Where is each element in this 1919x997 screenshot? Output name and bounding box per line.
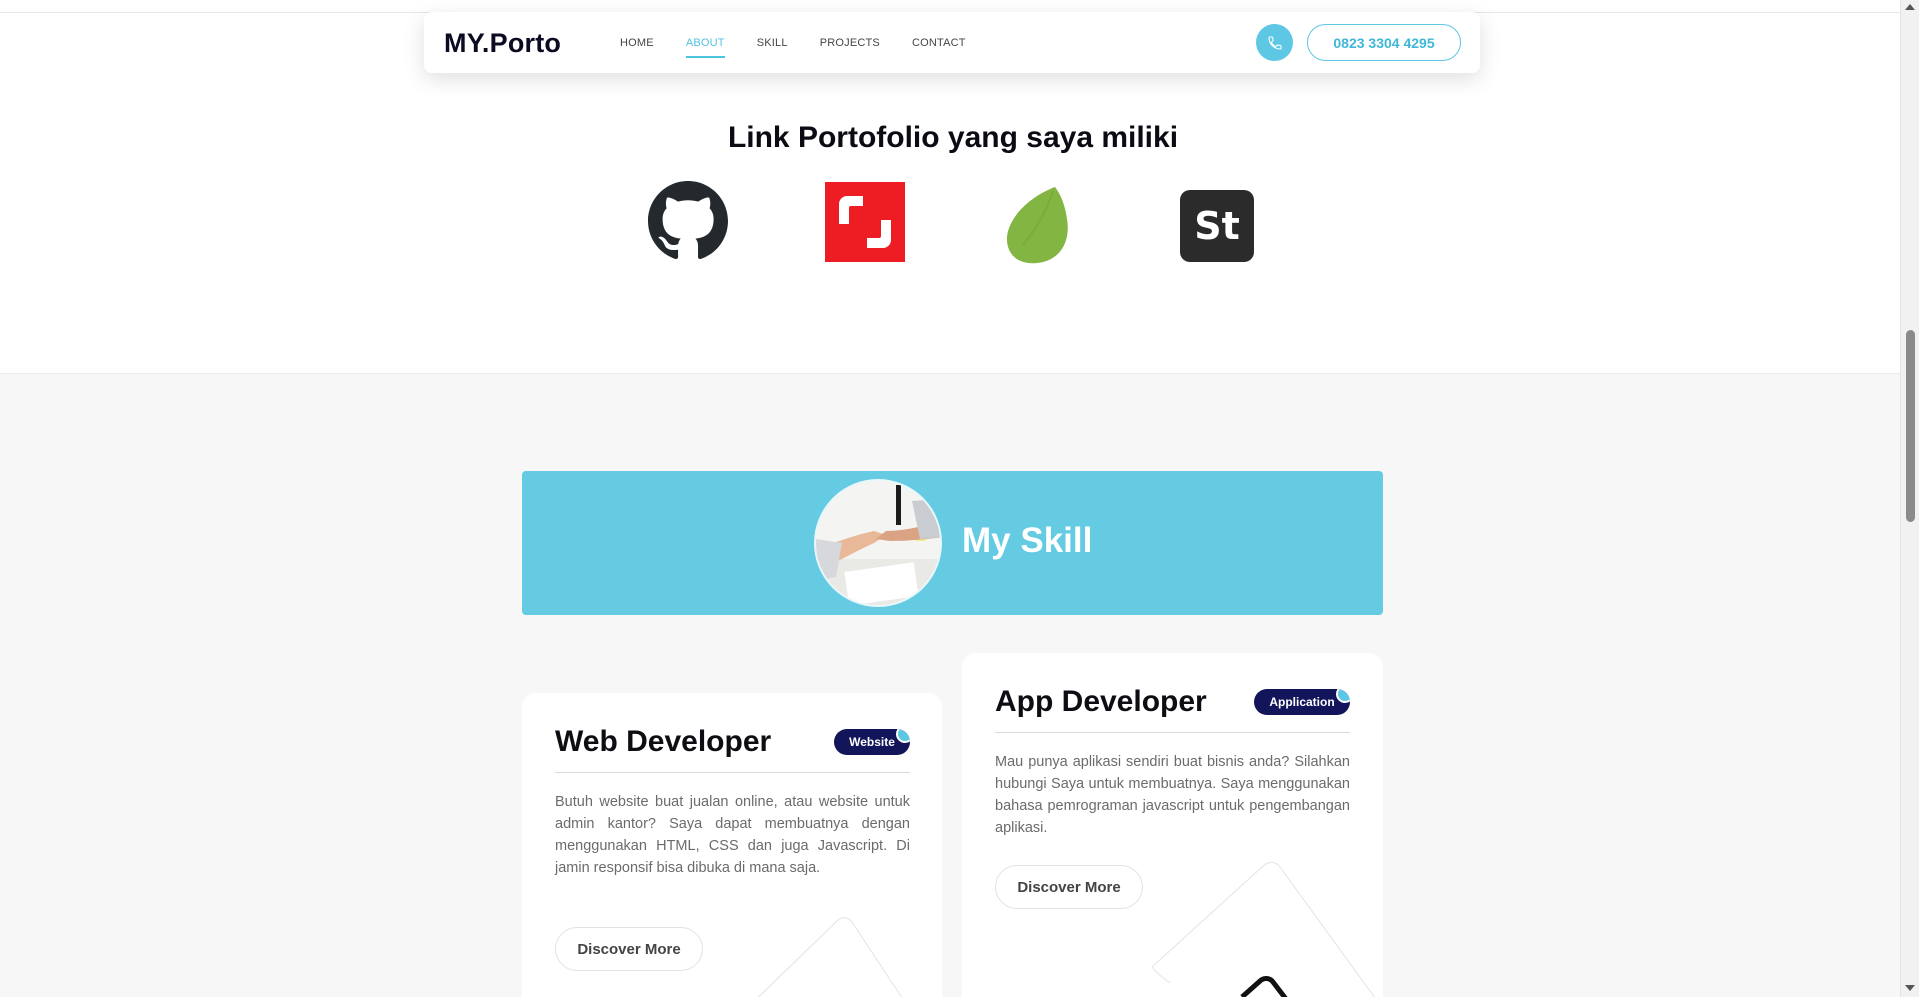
phone-number-button[interactable]: 0823 3304 4295 (1307, 24, 1461, 61)
application-badge: Application (1254, 689, 1350, 715)
discover-more-button[interactable]: Discover More (995, 865, 1143, 909)
card-description: Mau punya aplikasi sendiri buat bisnis a… (995, 754, 1350, 836)
app-developer-card: App Developer Application Mau punya apli… (962, 653, 1383, 997)
decorative-device-outline (757, 917, 903, 997)
github-icon[interactable] (648, 181, 728, 261)
nav-contact[interactable]: CONTACT (912, 37, 966, 49)
skill-title: My Skill (962, 521, 1093, 560)
website-badge: Website (834, 729, 910, 755)
skill-avatar-image (814, 479, 942, 607)
nav-links: HOME ABOUT SKILL PROJECTS CONTACT (620, 12, 998, 73)
discover-more-button[interactable]: Discover More (555, 927, 703, 971)
skill-banner: My Skill (522, 471, 1383, 615)
navbar: MY.Porto HOME ABOUT SKILL PROJECTS CONTA… (424, 12, 1480, 73)
page-scrollbar[interactable] (1900, 0, 1919, 997)
badge-label: Website (849, 735, 895, 749)
phone-icon (1267, 35, 1282, 50)
card-divider (995, 732, 1350, 733)
nav-skill[interactable]: SKILL (757, 37, 788, 49)
nav-about[interactable]: ABOUT (685, 37, 725, 58)
badge-dot-icon (1336, 689, 1350, 703)
phone-button[interactable] (1256, 24, 1293, 61)
card-title: Web Developer (555, 725, 772, 758)
stockbit-icon[interactable]: St (1180, 190, 1254, 262)
card-description: Butuh website buat jualan online, atau w… (555, 794, 910, 876)
svg-text:St: St (1194, 204, 1240, 248)
card-divider (555, 772, 910, 773)
scroll-up-arrow-icon[interactable] (1905, 4, 1915, 10)
portfolio-title: Link Portofolio yang saya miliki (727, 121, 1179, 154)
card-title: App Developer (995, 685, 1207, 718)
nav-home[interactable]: HOME (620, 37, 654, 49)
decorative-phone-outline (1151, 862, 1375, 997)
badge-dot-icon (896, 729, 910, 743)
skill-section: My Skill Web Developer Website Butuh web… (0, 374, 1900, 997)
shutterstock-icon[interactable] (825, 182, 905, 262)
web-developer-card: Web Developer Website Butuh website buat… (522, 693, 942, 997)
brand-logo[interactable]: MY.Porto (444, 28, 561, 59)
badge-label: Application (1269, 695, 1335, 709)
scrollbar-thumb[interactable] (1906, 330, 1915, 522)
envato-icon[interactable] (1003, 185, 1073, 265)
nav-projects[interactable]: PROJECTS (820, 37, 880, 49)
scroll-down-arrow-icon[interactable] (1905, 985, 1915, 991)
